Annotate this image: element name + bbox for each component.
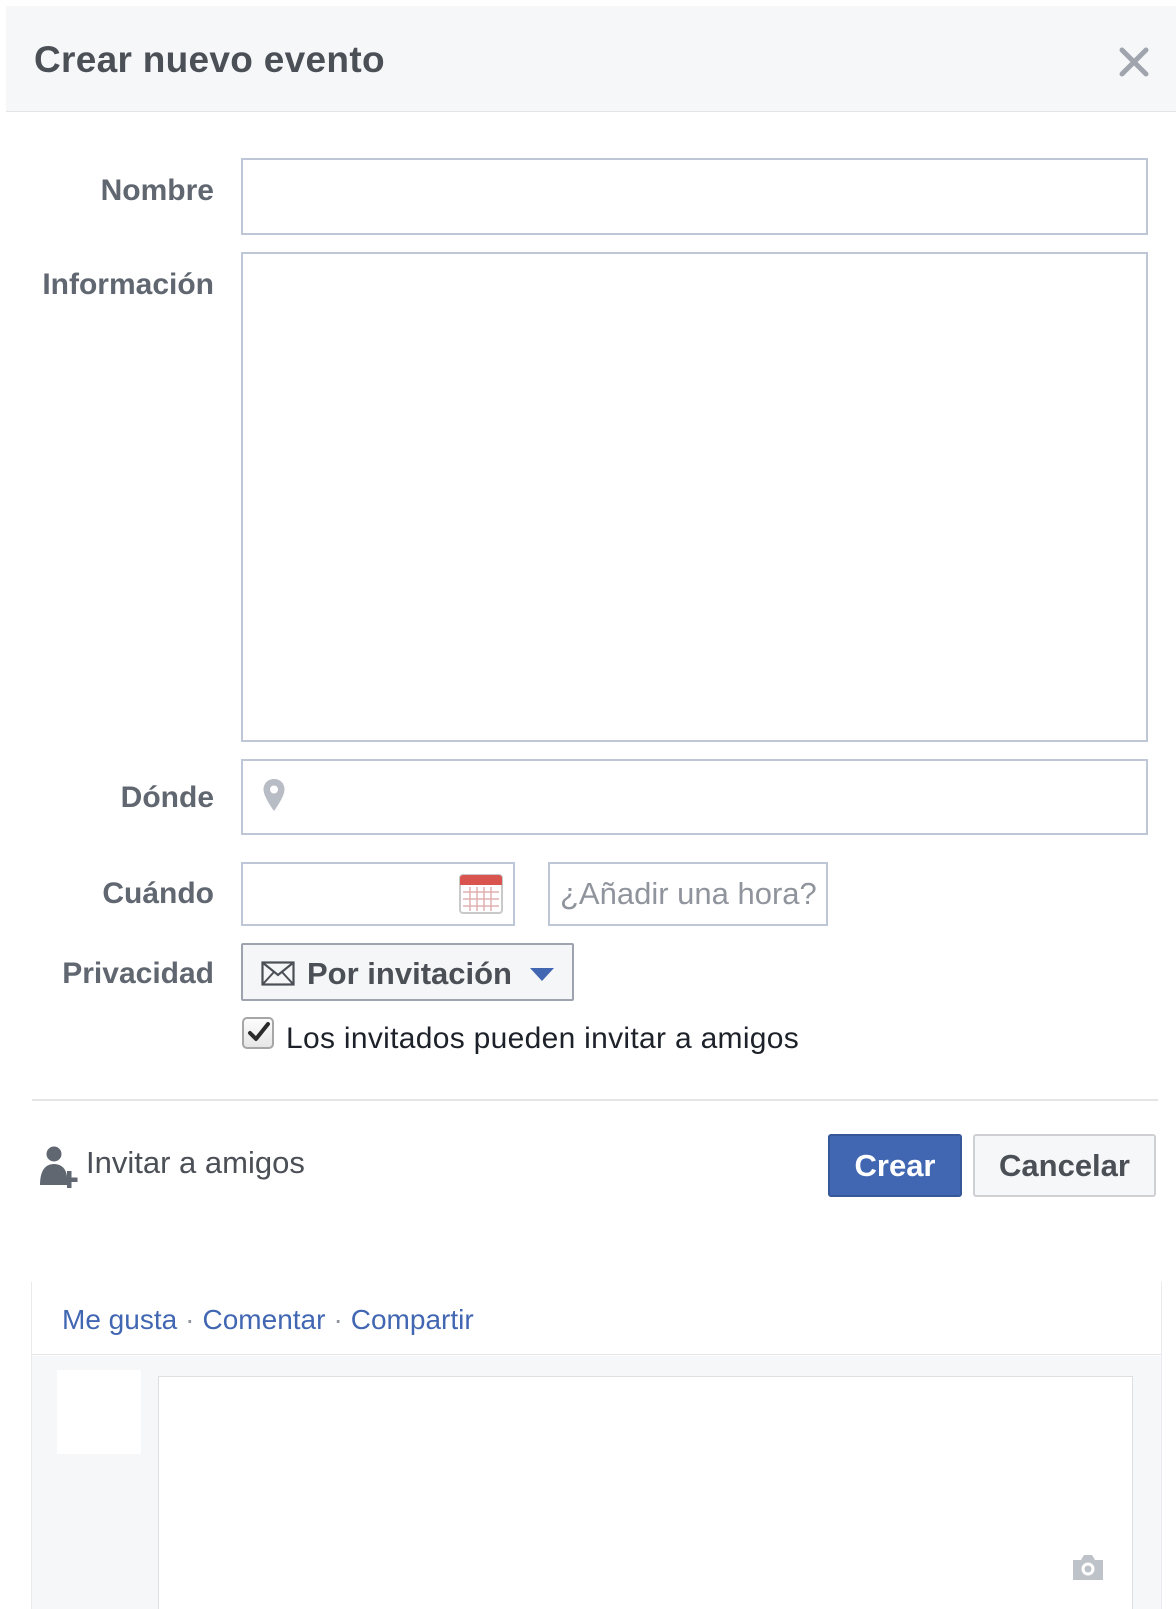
envelope-icon	[261, 961, 295, 986]
share-link[interactable]: Compartir	[351, 1304, 474, 1335]
checkmark-icon	[248, 1022, 270, 1041]
close-icon[interactable]	[1114, 42, 1154, 82]
privacy-dropdown[interactable]: Por invitación	[241, 943, 574, 1001]
comment-input[interactable]	[158, 1376, 1133, 1609]
where-label: Dónde	[120, 781, 214, 814]
name-field[interactable]	[241, 158, 1148, 235]
dialog-header: Crear nuevo evento	[6, 6, 1176, 112]
avatar	[57, 1370, 141, 1454]
guests-invite-label: Los invitados pueden invitar a amigos	[286, 1022, 800, 1055]
privacy-label: Privacidad	[62, 957, 214, 990]
where-field[interactable]	[241, 759, 1148, 835]
name-label: Nombre	[100, 174, 214, 207]
comment-area	[32, 1356, 1161, 1609]
invite-friends-label: Invitar a amigos	[86, 1145, 305, 1180]
add-friend-icon	[40, 1146, 78, 1188]
action-separator: ·	[333, 1304, 343, 1335]
calendar-icon[interactable]	[459, 874, 503, 914]
info-field[interactable]	[241, 252, 1148, 742]
map-pin-icon	[263, 779, 285, 811]
actions-bar: Me gusta · Comentar · Compartir	[32, 1282, 1161, 1355]
when-label: Cuándo	[102, 877, 214, 910]
privacy-value: Por invitación	[307, 956, 512, 991]
like-link[interactable]: Me gusta	[62, 1304, 177, 1335]
time-field[interactable]	[548, 862, 828, 926]
cancel-button[interactable]: Cancelar	[973, 1134, 1156, 1197]
footer-divider	[32, 1099, 1158, 1101]
chevron-down-icon	[530, 968, 554, 981]
camera-icon[interactable]	[1070, 1552, 1106, 1582]
comment-link[interactable]: Comentar	[203, 1304, 326, 1335]
comments-section: Me gusta · Comentar · Compartir	[31, 1282, 1162, 1609]
info-label: Información	[42, 268, 214, 301]
guests-invite-checkbox[interactable]	[242, 1017, 274, 1049]
action-separator: ·	[185, 1304, 195, 1335]
create-button[interactable]: Crear	[828, 1134, 962, 1197]
dialog-title: Crear nuevo evento	[34, 39, 385, 80]
